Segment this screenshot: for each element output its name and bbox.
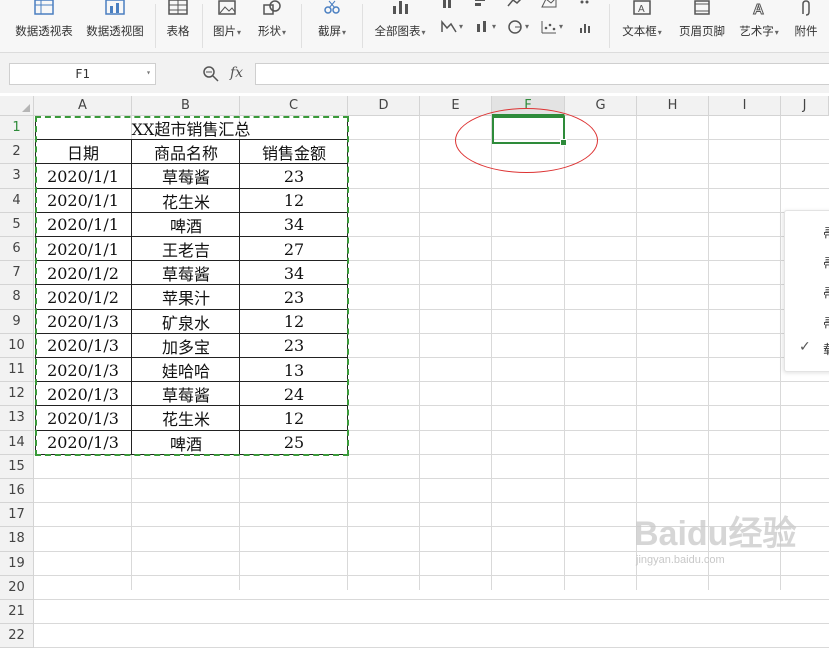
column-header-g[interactable]: G	[565, 96, 637, 116]
column-header-d[interactable]: D	[348, 96, 420, 116]
table-cell[interactable]: 25	[240, 431, 348, 455]
row-header-21[interactable]: 21	[0, 600, 34, 625]
row-header-3[interactable]: 3	[0, 164, 34, 189]
select-all-icon	[22, 104, 30, 112]
row-header-15[interactable]: 15	[0, 454, 34, 479]
row-header-8[interactable]: 8	[0, 285, 34, 310]
table-cell[interactable]: 13	[240, 358, 348, 382]
fill-handle[interactable]	[560, 139, 567, 146]
row-header-13[interactable]: 13	[0, 406, 34, 431]
table-cell[interactable]: 娃哈哈	[132, 358, 240, 382]
popup-item[interactable]: 帚	[823, 283, 829, 302]
table-cell[interactable]: 2020/1/2	[34, 285, 132, 309]
row-header-2[interactable]: 2	[0, 140, 34, 165]
grid-line	[780, 116, 781, 590]
check-icon: ✓	[799, 339, 811, 355]
active-cell-f1[interactable]	[492, 116, 567, 146]
grid-line	[34, 574, 829, 576]
row-header-4[interactable]: 4	[0, 188, 34, 213]
table-cell[interactable]: 2020/1/1	[34, 189, 132, 213]
popup-item[interactable]: 载	[823, 339, 829, 358]
row-header-18[interactable]: 18	[0, 527, 34, 552]
table-header-cell[interactable]: 商品名称	[132, 140, 240, 164]
table-cell[interactable]: 2020/1/3	[34, 310, 132, 334]
table-cell[interactable]: 草莓酱	[132, 382, 240, 406]
column-header-j[interactable]: J	[781, 96, 829, 116]
table-cell[interactable]: 12	[240, 310, 348, 334]
column-header-f[interactable]: F	[492, 96, 565, 116]
column-header-a[interactable]: A	[34, 96, 132, 116]
column-header-e[interactable]: E	[420, 96, 492, 116]
row-header-19[interactable]: 19	[0, 551, 34, 576]
row-header-9[interactable]: 9	[0, 309, 34, 334]
row-header-1[interactable]: 1	[0, 116, 34, 141]
row-header-5[interactable]: 5	[0, 212, 34, 237]
table-cell[interactable]: 2020/1/3	[34, 431, 132, 455]
table-cell[interactable]: 花生米	[132, 189, 240, 213]
table-cell[interactable]: 2020/1/1	[34, 164, 132, 188]
grid-line	[564, 116, 565, 590]
table-cell[interactable]: 2020/1/3	[34, 406, 132, 430]
table-cell[interactable]: 王老吉	[132, 237, 240, 261]
row-header-14[interactable]: 14	[0, 430, 34, 455]
grid-line	[491, 116, 492, 590]
popup-item[interactable]: 帚	[823, 223, 829, 242]
context-popup: 帚 帚 帚 帚 载 ✓	[784, 210, 829, 372]
row-header-20[interactable]: 20	[0, 575, 34, 600]
table-cell[interactable]: 2020/1/2	[34, 261, 132, 285]
popup-item[interactable]: 帚	[823, 253, 829, 272]
select-all-corner[interactable]	[0, 96, 34, 116]
column-header-h[interactable]: H	[637, 96, 709, 116]
grid-line	[34, 526, 829, 528]
table-cell[interactable]: 34	[240, 261, 348, 285]
row-header-7[interactable]: 7	[0, 261, 34, 286]
table-cell[interactable]: 27	[240, 237, 348, 261]
table-cell[interactable]: 2020/1/3	[34, 358, 132, 382]
table-cell[interactable]: 草莓酱	[132, 164, 240, 188]
grid-line	[34, 502, 829, 504]
table-cell[interactable]: 2020/1/1	[34, 213, 132, 237]
table-cell[interactable]: 2020/1/3	[34, 382, 132, 406]
table-cell[interactable]: 啤酒	[132, 431, 240, 455]
table-cell[interactable]: 矿泉水	[132, 310, 240, 334]
row-header-16[interactable]: 16	[0, 479, 34, 504]
table-header-cell[interactable]: 销售金额	[240, 140, 348, 164]
popup-item[interactable]: 帚	[823, 313, 829, 332]
grid-line	[34, 623, 829, 625]
table-header-cell[interactable]: 日期	[34, 140, 132, 164]
table-title[interactable]: XX超市销售汇总	[35, 116, 347, 140]
grid-line	[708, 116, 709, 590]
grid-line	[34, 599, 829, 600]
table-cell[interactable]: 12	[240, 189, 348, 213]
table-cell[interactable]: 2020/1/3	[34, 334, 132, 358]
table-cell[interactable]: 苹果汁	[132, 285, 240, 309]
grid-line	[34, 478, 829, 479]
row-header-12[interactable]: 12	[0, 382, 34, 407]
row-header-6[interactable]: 6	[0, 237, 34, 262]
table-cell[interactable]: 啤酒	[132, 213, 240, 237]
column-header-b[interactable]: B	[132, 96, 240, 116]
grid-line	[34, 550, 829, 552]
row-header-17[interactable]: 17	[0, 503, 34, 528]
table-cell[interactable]: 花生米	[132, 406, 240, 430]
table-cell[interactable]: 23	[240, 285, 348, 309]
row-header-22[interactable]: 22	[0, 624, 34, 648]
table-cell[interactable]: 24	[240, 382, 348, 406]
table-cell[interactable]: 12	[240, 406, 348, 430]
table-cell[interactable]: 2020/1/1	[34, 237, 132, 261]
table-cell[interactable]: 23	[240, 164, 348, 188]
row-header-10[interactable]: 10	[0, 333, 34, 358]
grid-line	[636, 116, 637, 590]
table-cell[interactable]: 加多宝	[132, 334, 240, 358]
column-header-c[interactable]: C	[240, 96, 348, 116]
row-header-11[interactable]: 11	[0, 358, 34, 383]
table-cell[interactable]: 草莓酱	[132, 261, 240, 285]
grid-line	[419, 116, 420, 590]
table-cell[interactable]: 34	[240, 213, 348, 237]
table-cell[interactable]: 23	[240, 334, 348, 358]
column-header-i[interactable]: I	[709, 96, 781, 116]
spreadsheet-grid: A B C D E F G H I J 1 2 3 4 5 6 7 8 9 10 11 12 13 14 15 16 17 18 19 2…	[0, 0, 829, 648]
